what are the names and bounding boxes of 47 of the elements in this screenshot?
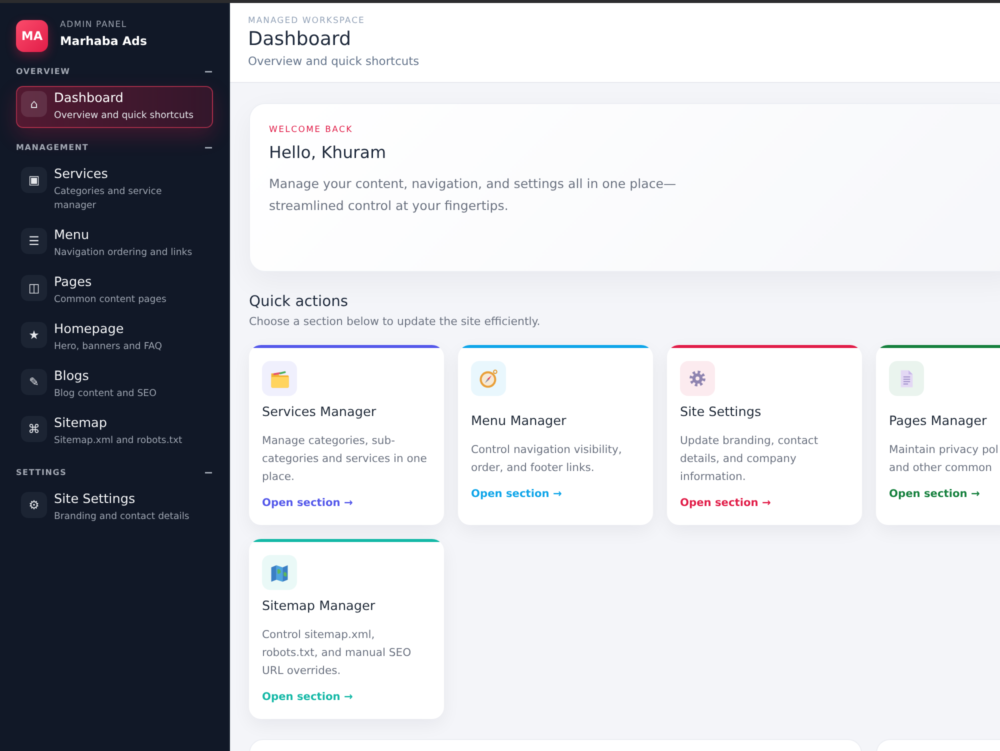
folder-icon (262, 361, 297, 396)
section-subtitle: Choose a section below to update the site efficiently. (249, 314, 540, 330)
nav-item[interactable]: ✎ Blogs Blog content and SEO (16, 364, 213, 406)
open-section-link[interactable]: Open section → (889, 486, 980, 502)
section-heading: SETTINGS (16, 467, 67, 479)
card-title: Services Manager (262, 404, 376, 422)
card-title: Sitemap Manager (262, 598, 376, 616)
settings-icon: ⚙ (21, 492, 47, 518)
card-description: Control navigation visibility, order, and footer links. (471, 442, 623, 476)
menu-icon: ☰ (21, 228, 47, 254)
command-icon: ⌘ (21, 416, 47, 442)
compass-icon (471, 361, 506, 396)
nav-item[interactable]: ⌘ Sitemap Sitemap.xml and robots.txt (16, 411, 213, 453)
page-title: Dashboard (248, 27, 352, 51)
pencil-icon: ✎ (21, 369, 47, 395)
welcome-label: WELCOME BACK (269, 124, 353, 136)
card-title: Pages Manager (889, 413, 987, 431)
workspace-label: MANAGED WORKSPACE (248, 15, 365, 27)
card-title: Site Settings (680, 404, 762, 422)
panel-label: ADMIN PANEL (60, 20, 128, 30)
section-heading: OVERVIEW (16, 66, 70, 78)
nav-item[interactable]: ⚙ Site Settings Branding and contact details (16, 487, 213, 529)
brand-name: Marhaba Ads (60, 33, 147, 50)
gear-icon (680, 361, 715, 396)
nav-item[interactable]: ☰ Menu Navigation ordering and links (16, 223, 213, 265)
star-icon: ★ (21, 322, 47, 348)
welcome-text: Manage your content, navigation, and settings all in one place—streamlined control at your fingertips. (269, 175, 677, 215)
welcome-heading: Hello, Khuram (269, 142, 386, 164)
map-icon (262, 555, 297, 590)
open-section-link[interactable]: Open section → (680, 495, 771, 511)
home-icon: ⌂ (21, 91, 47, 117)
columns-icon: ◫ (21, 275, 47, 301)
card-description: Maintain privacy pol and other common (889, 442, 1000, 476)
card-title: Menu Manager (471, 413, 566, 431)
page-subtitle: Overview and quick shortcuts (248, 53, 420, 69)
brand-logo: MA (16, 20, 48, 52)
nav-item[interactable]: ★ Homepage Hero, banners and FAQ (16, 317, 213, 359)
document-icon (889, 361, 924, 396)
section-title: Quick actions (249, 292, 348, 312)
section-heading: MANAGEMENT (16, 142, 89, 154)
card-description: Manage categories, sub-categories and services in one place. (262, 433, 428, 485)
nav-item[interactable]: ▣ Services Categories and service manager (16, 162, 213, 218)
card-description: Update branding, contact details, and company information. (680, 433, 820, 485)
card-description: Control sitemap.xml, robots.txt, and manual SEO URL overrides. (262, 627, 412, 679)
nav-item[interactable]: ◫ Pages Common content pages (16, 270, 213, 312)
nav-item[interactable]: ⌂ Dashboard Overview and quick shortcuts (16, 86, 213, 128)
open-section-link[interactable]: Open section → (262, 495, 353, 511)
